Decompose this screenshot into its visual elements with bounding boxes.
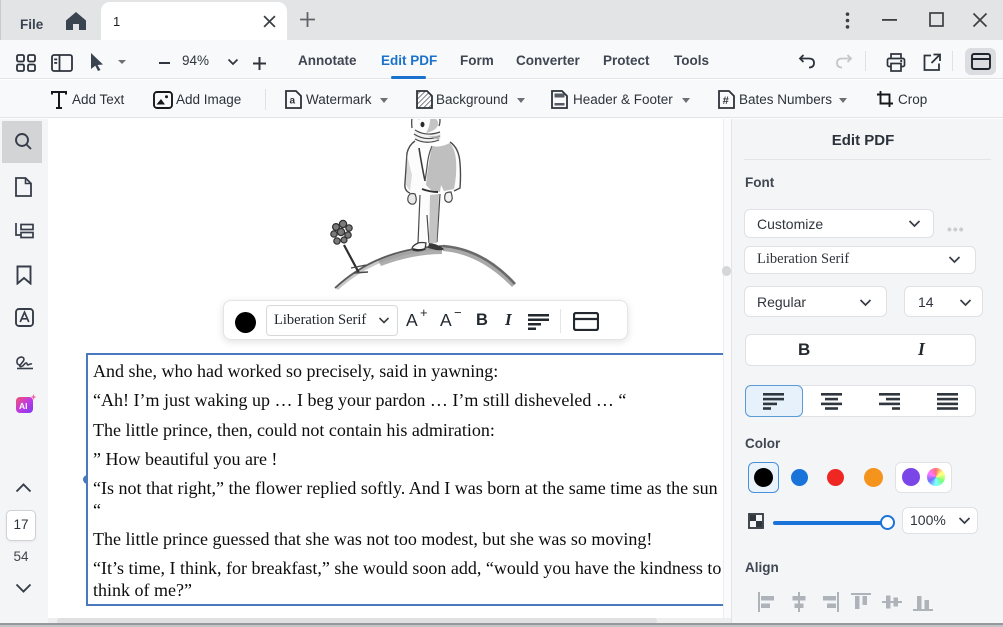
svg-text:#: # <box>723 95 729 107</box>
svg-text:a: a <box>290 96 296 107</box>
svg-text:AI: AI <box>19 401 28 411</box>
